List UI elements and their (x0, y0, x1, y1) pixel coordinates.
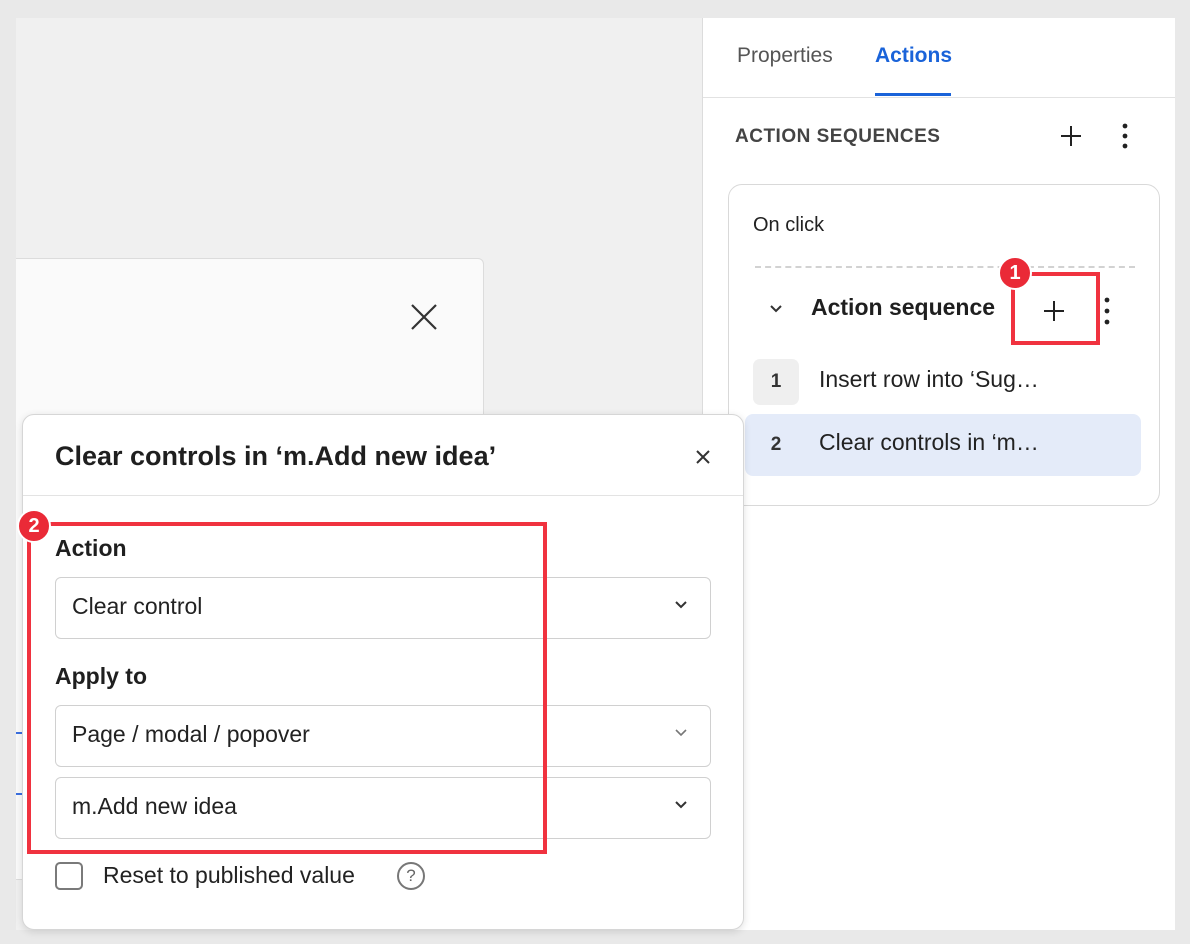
help-icon[interactable]: ? (397, 862, 425, 890)
annotation-badge-2: 2 (17, 509, 51, 543)
active-tab-indicator (875, 93, 951, 96)
step-number: 1 (753, 359, 799, 405)
tab-actions[interactable]: Actions (875, 44, 952, 68)
annotation-box-2 (27, 522, 547, 854)
step-label: Insert row into ‘Sug… (819, 366, 1039, 392)
tab-properties[interactable]: Properties (737, 44, 833, 68)
panel-tabs: Properties Actions (703, 18, 1175, 98)
popover-title: Clear controls in ‘m.Add new idea’ (55, 441, 497, 471)
properties-panel: Properties Actions ACTION SEQUENCES On c… (702, 18, 1175, 930)
annotation-badge-1: 1 (998, 256, 1032, 290)
action-step-selected[interactable]: 2 Clear controls in ‘m… (745, 414, 1141, 476)
chevron-down-icon (675, 601, 687, 609)
background-close-icon[interactable] (404, 302, 444, 334)
popover-divider (23, 495, 743, 496)
step-label: Clear controls in ‘m… (819, 429, 1039, 455)
close-icon[interactable] (689, 443, 717, 471)
reset-label: Reset to published value (103, 862, 355, 888)
action-step[interactable]: 1 Insert row into ‘Sug… (745, 351, 1141, 413)
add-sequence-plus-icon[interactable] (1055, 120, 1087, 152)
sequence-title: Action sequence (811, 294, 996, 320)
action-sequences-header: ACTION SEQUENCES (735, 126, 941, 147)
chevron-down-icon (675, 801, 687, 809)
chevron-down-icon[interactable] (765, 298, 787, 320)
chevron-down-icon (675, 729, 687, 737)
more-options-icon[interactable] (1111, 120, 1139, 152)
step-number: 2 (770, 434, 782, 455)
trigger-label: On click (753, 214, 825, 236)
reset-checkbox[interactable] (55, 862, 83, 890)
dashed-divider (755, 266, 1135, 268)
